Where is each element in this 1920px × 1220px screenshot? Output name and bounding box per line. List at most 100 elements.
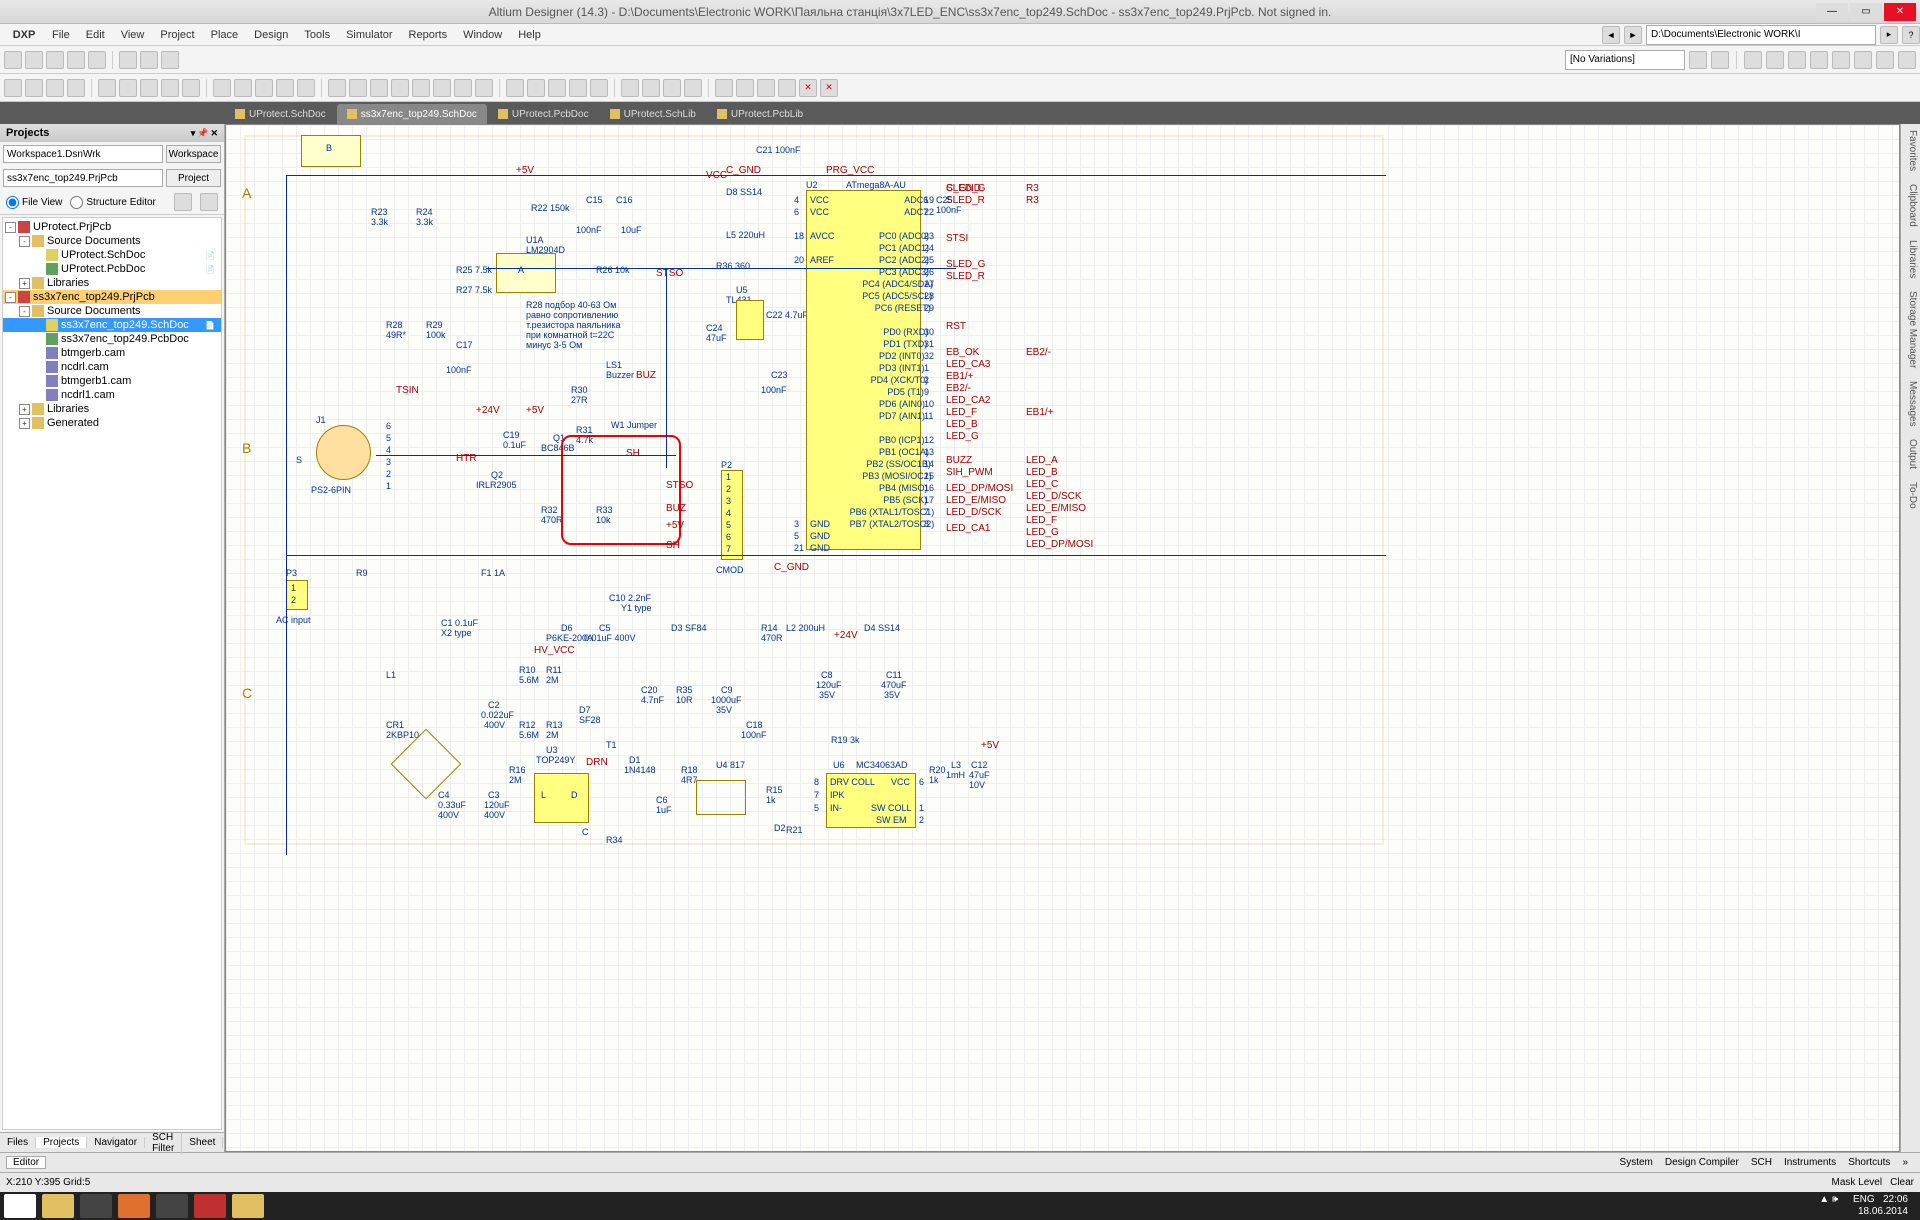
- menu-window[interactable]: Window: [455, 29, 510, 41]
- align-r-icon[interactable]: [642, 79, 660, 97]
- tree-node[interactable]: btmgerb.cam: [3, 346, 221, 360]
- tree-node[interactable]: -UProtect.PrjPcb: [3, 220, 221, 234]
- var-icon-2[interactable]: [1711, 51, 1729, 69]
- tab-libraries[interactable]: Libraries: [1907, 240, 1918, 278]
- align-t-icon[interactable]: [663, 79, 681, 97]
- tree-node[interactable]: ncdrl1.cam: [3, 388, 221, 402]
- tree-node[interactable]: ss3x7enc_top249.PcbDoc: [3, 332, 221, 346]
- tab-designcompiler[interactable]: Design Compiler: [1659, 1157, 1745, 1168]
- menu-file[interactable]: File: [44, 29, 78, 41]
- tree-node[interactable]: -ss3x7enc_top249.PrjPcb: [3, 290, 221, 304]
- arc-icon[interactable]: [548, 79, 566, 97]
- port-icon[interactable]: [412, 79, 430, 97]
- tree-node[interactable]: +Generated: [3, 416, 221, 430]
- maximize-button[interactable]: ▭: [1850, 3, 1882, 21]
- line-icon[interactable]: [506, 79, 524, 97]
- tab-favorites[interactable]: Favorites: [1907, 130, 1918, 171]
- tab-clipboard[interactable]: Clipboard: [1907, 184, 1918, 227]
- doctab-ss3x7enc-sch[interactable]: ss3x7enc_top249.SchDoc: [337, 104, 487, 124]
- move-icon[interactable]: [119, 79, 137, 97]
- rect-icon[interactable]: [590, 79, 608, 97]
- arrange-icon[interactable]: [119, 51, 137, 69]
- zoomfit-icon[interactable]: [234, 79, 252, 97]
- poly-icon[interactable]: [527, 79, 545, 97]
- snap-icon-7[interactable]: [1876, 51, 1894, 69]
- snap-icon-8[interactable]: [1898, 51, 1916, 69]
- editor-tab[interactable]: Editor: [6, 1156, 46, 1169]
- snap-icon-1[interactable]: [1744, 51, 1762, 69]
- net-icon[interactable]: [391, 79, 409, 97]
- tab-projects[interactable]: Projects: [36, 1137, 87, 1148]
- schematic-canvas[interactable]: ABCBAU1ALM2904D+5VR233.3kR243.3kR22 150k…: [225, 124, 1900, 1152]
- tree-opt2-icon[interactable]: [200, 193, 218, 211]
- doctab-uprotect-pcb[interactable]: UProtect.PcbDoc: [488, 104, 599, 124]
- menu-reports[interactable]: Reports: [401, 29, 456, 41]
- compile-icon[interactable]: [715, 79, 733, 97]
- preview-icon[interactable]: [88, 51, 106, 69]
- path-box[interactable]: D:\Documents\Electronic WORK\І: [1646, 25, 1876, 45]
- altium-icon[interactable]: [232, 1194, 264, 1218]
- text-icon[interactable]: [569, 79, 587, 97]
- tab-sheet[interactable]: Sheet: [182, 1137, 223, 1148]
- help-icon[interactable]: ?: [1902, 26, 1920, 44]
- nav-go-icon[interactable]: ▸: [1880, 26, 1898, 44]
- tab-system[interactable]: System: [1614, 1157, 1659, 1168]
- panel-pin-icon[interactable]: 📌: [197, 128, 208, 139]
- tab-shortcuts[interactable]: Shortcuts: [1842, 1157, 1896, 1168]
- pdf-icon[interactable]: [194, 1194, 226, 1218]
- align-b-icon[interactable]: [684, 79, 702, 97]
- fileview-radio[interactable]: File View: [6, 196, 62, 209]
- new-icon[interactable]: [4, 51, 22, 69]
- minimize-button[interactable]: —: [1816, 3, 1848, 21]
- tab-todo[interactable]: To-Do: [1907, 482, 1918, 509]
- system-clock[interactable]: ▲ 🕪 ENG 22:0618.06.2014: [1819, 1194, 1916, 1218]
- open-icon[interactable]: [25, 51, 43, 69]
- tree-node[interactable]: ncdrl.cam: [3, 360, 221, 374]
- snap-icon-5[interactable]: [1832, 51, 1850, 69]
- tree-node[interactable]: +Libraries: [3, 402, 221, 416]
- tree-node[interactable]: +Libraries: [3, 276, 221, 290]
- variations-dropdown[interactable]: [No Variations]: [1565, 50, 1685, 70]
- drag-icon[interactable]: [140, 79, 158, 97]
- redo-icon[interactable]: [297, 79, 315, 97]
- red-x-icon[interactable]: ✕: [799, 79, 817, 97]
- menu-project[interactable]: Project: [152, 29, 202, 41]
- doctab-uprotect-schlib[interactable]: UProtect.SchLib: [600, 104, 706, 124]
- cross-icon[interactable]: [778, 79, 796, 97]
- window-icon[interactable]: [161, 51, 179, 69]
- doctab-uprotect-pcblib[interactable]: UProtect.PcbLib: [707, 104, 813, 124]
- app-icon-1[interactable]: [156, 1194, 188, 1218]
- print-icon[interactable]: [67, 51, 85, 69]
- tree-node[interactable]: UProtect.PcbDoc📄: [3, 262, 221, 276]
- bus-icon[interactable]: [370, 79, 388, 97]
- snap-icon-2[interactable]: [1766, 51, 1784, 69]
- tab-navigator[interactable]: Navigator: [87, 1137, 145, 1148]
- menu-help[interactable]: Help: [510, 29, 549, 41]
- update-icon[interactable]: [736, 79, 754, 97]
- workspace-input[interactable]: [3, 145, 163, 163]
- project-tree[interactable]: -UProtect.PrjPcb-Source Documents UProtec…: [2, 217, 222, 1130]
- tree-node[interactable]: -Source Documents: [3, 234, 221, 248]
- menu-design[interactable]: Design: [246, 29, 296, 41]
- menu-simulator[interactable]: Simulator: [338, 29, 400, 41]
- menu-tools[interactable]: Tools: [296, 29, 338, 41]
- snap-icon-4[interactable]: [1810, 51, 1828, 69]
- dropdown-icon[interactable]: »: [1896, 1157, 1914, 1168]
- thunderbird-icon[interactable]: [80, 1194, 112, 1218]
- deselect-icon[interactable]: [161, 79, 179, 97]
- tab-files[interactable]: Files: [0, 1137, 36, 1148]
- power-icon[interactable]: [433, 79, 451, 97]
- dxp-menu[interactable]: DXP: [4, 29, 44, 41]
- red-x2-icon[interactable]: ✕: [820, 79, 838, 97]
- sheet-icon[interactable]: [475, 79, 493, 97]
- stamp-icon[interactable]: [67, 79, 85, 97]
- tree-node[interactable]: ss3x7enc_top249.SchDoc📄: [3, 318, 221, 332]
- snap-icon-3[interactable]: [1788, 51, 1806, 69]
- split-icon[interactable]: [140, 51, 158, 69]
- select-icon[interactable]: [98, 79, 116, 97]
- clear-icon[interactable]: [182, 79, 200, 97]
- start-button[interactable]: [4, 1194, 36, 1218]
- nav-fwd-icon[interactable]: ►: [1624, 26, 1642, 44]
- close-button[interactable]: ✕: [1884, 3, 1916, 21]
- menu-place[interactable]: Place: [203, 29, 247, 41]
